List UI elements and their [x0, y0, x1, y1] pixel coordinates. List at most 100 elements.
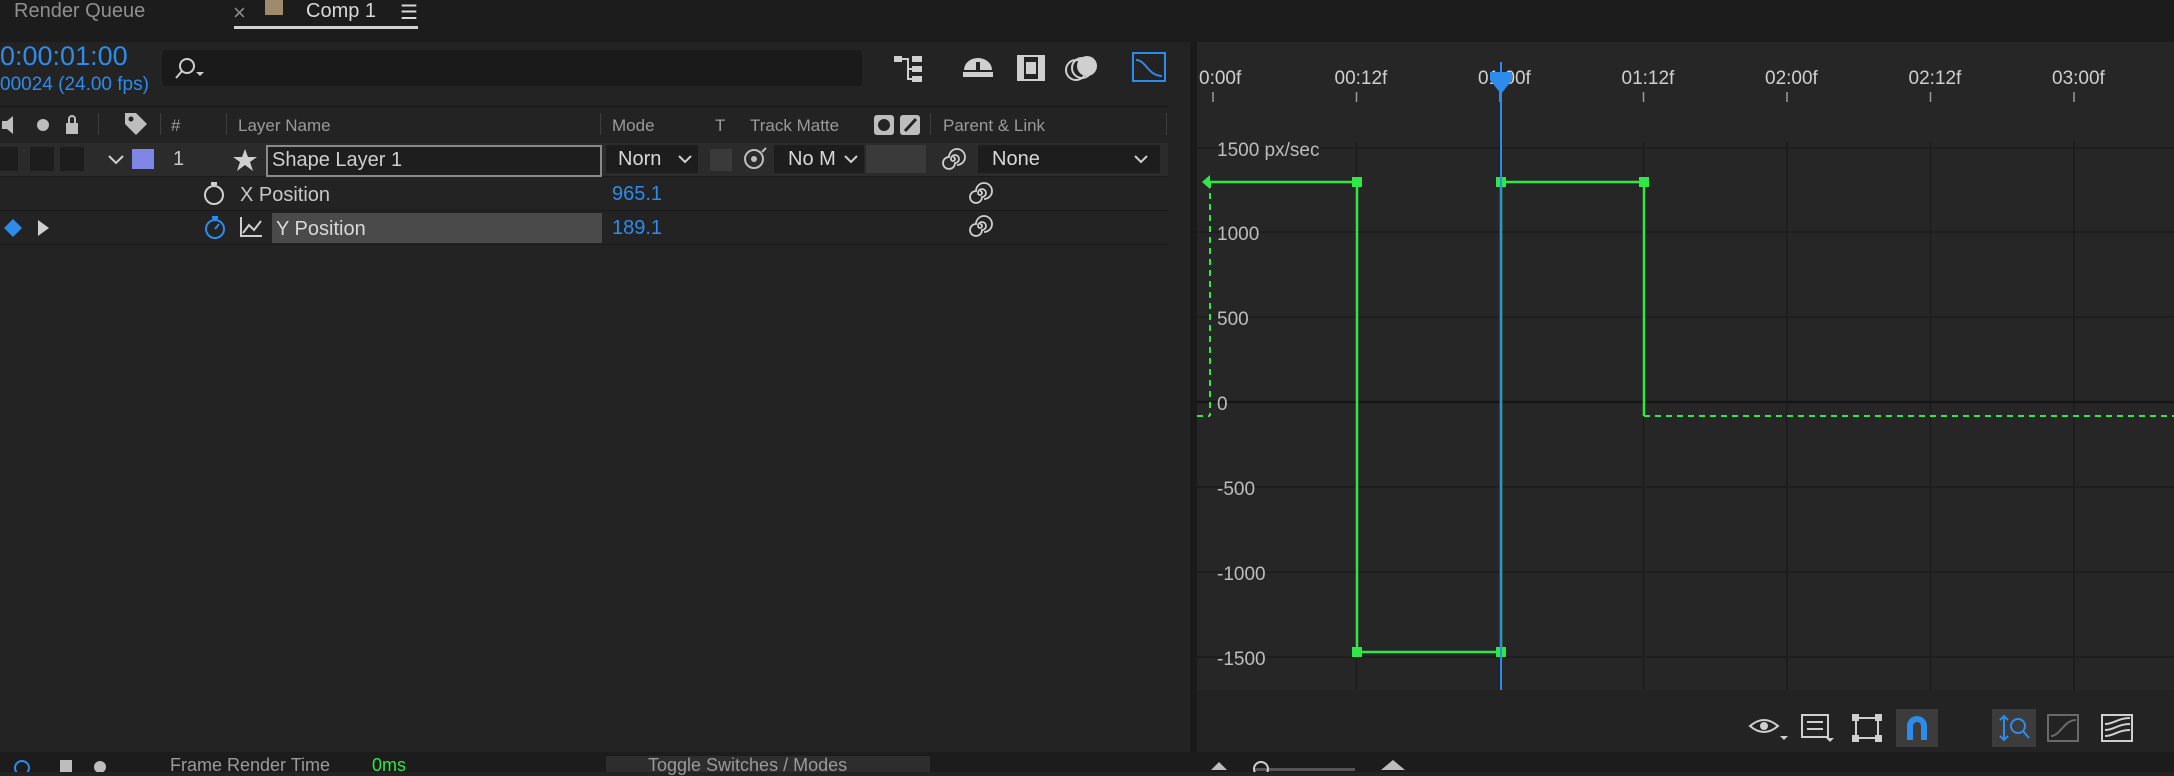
graph-value-label: 500: [1217, 309, 1249, 330]
av-features-icons: [2, 115, 78, 134]
column-divider: [226, 113, 227, 135]
property-name: Y Position: [276, 218, 366, 240]
property-value[interactable]: 189.1: [612, 217, 662, 240]
column-track-matte-header[interactable]: Track Matte: [750, 116, 839, 136]
draft-3d-icon[interactable]: [960, 52, 996, 84]
expression-pick-whip-icon[interactable]: [967, 180, 993, 206]
graph-editor-toggle-icon[interactable]: [1130, 50, 1168, 84]
time-ruler-label: 01:12f: [1622, 68, 1676, 89]
chevron-down-icon: [678, 155, 692, 164]
comp-footage-icon: [265, 0, 283, 15]
column-layer-name-header[interactable]: Layer Name: [238, 116, 331, 136]
tab-comp-1[interactable]: Comp 1: [306, 0, 376, 23]
column-divider: [600, 113, 601, 135]
layer-index: 1: [173, 148, 185, 170]
graph-value-label: -1000: [1217, 564, 1266, 585]
frame-render-time-label: Frame Render Time: [170, 755, 331, 775]
property-name: X Position: [240, 184, 331, 206]
graph-include-icon[interactable]: [238, 215, 264, 239]
keyframe-handle-marker[interactable]: [1202, 175, 1210, 189]
expression-pick-whip-icon[interactable]: [967, 213, 993, 239]
keyframe-diamond-icon[interactable]: [2, 217, 24, 239]
panel-splitter[interactable]: [1190, 42, 1197, 752]
blend-mode-value: Norn: [618, 148, 662, 170]
frame-render-time-value: 0ms: [372, 755, 407, 775]
column-t-header[interactable]: T: [715, 116, 725, 136]
current-time-display[interactable]: 0:00:01:00: [0, 41, 128, 72]
lock-switch[interactable]: [60, 147, 84, 171]
column-divider: [1166, 113, 1167, 135]
time-ruler-label: 0:00f: [1199, 68, 1242, 89]
preserve-transparency-toggle[interactable]: [710, 149, 732, 171]
matte-toggles-cell: [866, 145, 926, 173]
matte-toggle-icons: [874, 115, 920, 135]
track-matte-dropdown[interactable]: No M: [774, 145, 864, 173]
shape-layer-star-icon: [233, 149, 257, 171]
snap-magnet-icon: [1907, 716, 1927, 740]
snap-toggle-active[interactable]: [1896, 709, 1938, 747]
toggle-switches-modes-button[interactable]: Toggle Switches / Modes: [606, 755, 930, 775]
label-tag-icon: [125, 113, 147, 135]
tab-render-queue[interactable]: Render Queue: [14, 0, 145, 23]
keyframe-point[interactable]: [1352, 647, 1362, 657]
column-parent-link-header[interactable]: Parent & Link: [943, 116, 1045, 136]
parent-dropdown[interactable]: None: [978, 145, 1160, 173]
graph-editor-canvas[interactable]: 0:00f00:12f01:00f01:12f02:00f02:12f03:00…: [1197, 42, 2174, 690]
track-matte-value: No M: [788, 148, 836, 170]
close-tab-icon[interactable]: ×: [233, 0, 246, 26]
graph-value-label: 1000: [1217, 224, 1259, 245]
column-divider: [160, 113, 161, 135]
next-keyframe-icon[interactable]: [34, 217, 52, 239]
time-ruler-label: 02:00f: [1765, 68, 1819, 89]
graph-value-label: 0: [1217, 394, 1228, 415]
toggle-switches-label: Toggle Switches / Modes: [648, 755, 848, 775]
column-mode-header[interactable]: Mode: [612, 116, 655, 136]
auto-zoom-toggle-active[interactable]: [1992, 709, 2036, 747]
fit-selection-icon[interactable]: [2046, 712, 2082, 744]
graph-value-label: -500: [1217, 479, 1255, 500]
zoom-slider[interactable]: [1205, 758, 1415, 772]
show-properties-eye-icon[interactable]: [1748, 714, 1788, 744]
video-switch[interactable]: [0, 147, 18, 171]
column-divider: [930, 113, 931, 135]
layer-name-field[interactable]: Shape Layer 1: [266, 145, 602, 177]
column-number-header[interactable]: #: [171, 116, 180, 136]
stopwatch-active-icon[interactable]: [202, 213, 228, 241]
chevron-down-icon: [1134, 155, 1148, 164]
search-input[interactable]: [210, 54, 854, 82]
solo-switch[interactable]: [30, 147, 54, 171]
graph-value-label: -1500: [1217, 649, 1266, 670]
transform-box-icon[interactable]: [1850, 712, 1884, 744]
graph-options-icon[interactable]: [1800, 712, 1834, 744]
composition-flowchart-icon[interactable]: [890, 52, 930, 84]
column-divider: [98, 113, 99, 135]
keyframe-point[interactable]: [1352, 177, 1362, 187]
frame-rate-info: 00024 (24.00 fps): [0, 74, 149, 95]
parent-value: None: [992, 148, 1040, 170]
time-ruler-label: 03:00f: [2052, 68, 2106, 89]
status-switch-icons[interactable]: [8, 756, 118, 772]
frame-blending-icon[interactable]: [1014, 52, 1048, 84]
stopwatch-icon[interactable]: [202, 180, 226, 206]
matte-link-icon[interactable]: [742, 146, 770, 172]
property-name-selected[interactable]: Y Position: [272, 213, 602, 243]
active-tab-indicator: [234, 26, 418, 29]
property-value[interactable]: 965.1: [612, 183, 662, 206]
parent-pick-whip-icon[interactable]: [940, 146, 966, 172]
motion-blur-icon[interactable]: [1064, 52, 1100, 84]
auto-zoom-height-icon: [1999, 714, 2030, 742]
layer-name-text: Shape Layer 1: [272, 149, 403, 171]
fit-all-curves-icon[interactable]: [2100, 712, 2136, 744]
velocity-curve[interactable]: [1210, 180, 1646, 654]
blend-mode-dropdown[interactable]: Norn: [606, 145, 698, 173]
panel-menu-icon[interactable]: ☰: [400, 0, 418, 25]
graph-unit-label: 1500 px/sec: [1217, 140, 1319, 161]
layer-label-color[interactable]: [132, 149, 154, 169]
search-icon: [175, 58, 204, 79]
search-field[interactable]: [162, 50, 862, 86]
current-time-indicator[interactable]: [1490, 72, 1512, 94]
time-ruler-label: 02:12f: [1909, 68, 1963, 89]
chevron-down-icon[interactable]: [106, 152, 126, 168]
keyframe-point[interactable]: [1639, 177, 1649, 187]
time-ruler-label: 00:12f: [1335, 68, 1389, 89]
